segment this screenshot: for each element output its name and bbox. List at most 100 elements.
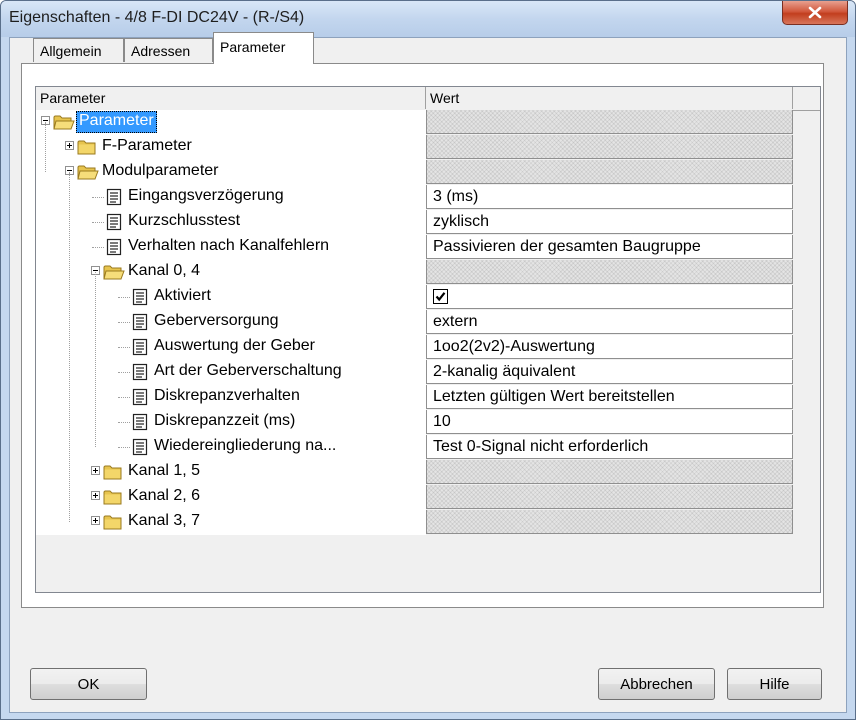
row-label: Wiedereingliederung na... bbox=[154, 437, 337, 454]
table-row[interactable]: Geberversorgung extern bbox=[36, 310, 793, 335]
close-button[interactable] bbox=[782, 1, 848, 25]
tree-cell[interactable]: Modulparameter bbox=[36, 160, 426, 185]
tree-guide bbox=[45, 122, 46, 172]
value-cell[interactable]: 10 bbox=[426, 410, 793, 434]
tree-connector bbox=[92, 247, 104, 248]
folder-icon bbox=[77, 163, 99, 186]
tree-connector bbox=[118, 297, 130, 298]
tab-label: Adressen bbox=[131, 43, 191, 59]
row-label: Kanal 2, 6 bbox=[128, 487, 201, 504]
table-row[interactable]: Modulparameter bbox=[36, 160, 793, 185]
tree-cell[interactable]: Kanal 1, 5 bbox=[36, 460, 426, 485]
column-header-parameter[interactable]: Parameter bbox=[36, 87, 426, 109]
value-cell[interactable]: 3 (ms) bbox=[426, 185, 793, 209]
row-label: Geberversorgung bbox=[154, 312, 279, 329]
title-bar: Eigenschaften - 4/8 F-DI DC24V - (R-/S4) bbox=[1, 1, 855, 37]
row-label: Kanal 1, 5 bbox=[128, 462, 201, 479]
value-cell[interactable] bbox=[426, 285, 793, 309]
document-icon bbox=[132, 438, 148, 461]
tree-guide bbox=[69, 172, 70, 522]
cancel-button[interactable]: Abbrechen bbox=[598, 668, 715, 700]
row-label: Diskrepanzverhalten bbox=[154, 387, 300, 404]
row-label: Aktiviert bbox=[154, 287, 211, 304]
tab-parameter[interactable]: Parameter bbox=[213, 32, 314, 64]
row-label: Art der Geberverschaltung bbox=[154, 362, 342, 379]
row-label: Verhalten nach Kanalfehlern bbox=[128, 237, 330, 254]
row-label: Kanal 0, 4 bbox=[128, 262, 201, 279]
expand-icon[interactable] bbox=[91, 516, 100, 525]
row-label: Kurzschlusstest bbox=[128, 212, 241, 229]
expand-icon[interactable] bbox=[91, 491, 100, 500]
row-label: Modulparameter bbox=[102, 162, 219, 179]
row-label: Auswertung der Geber bbox=[154, 337, 315, 354]
table-row[interactable]: Art der Geberverschaltung 2-kanalig äquiv… bbox=[36, 360, 793, 385]
table-row[interactable]: Parameter bbox=[36, 110, 793, 135]
document-icon bbox=[132, 413, 148, 436]
tree-connector bbox=[118, 322, 130, 323]
column-header-label: Wert bbox=[430, 90, 460, 106]
folder-icon bbox=[53, 113, 75, 136]
document-icon bbox=[132, 388, 148, 411]
tab-label: Allgemein bbox=[40, 43, 102, 59]
tab-label: Parameter bbox=[220, 39, 286, 55]
value-cell[interactable]: extern bbox=[426, 310, 793, 334]
ok-button[interactable]: OK bbox=[30, 668, 147, 700]
table-row[interactable]: F-Parameter bbox=[36, 135, 793, 160]
close-icon bbox=[808, 6, 822, 19]
table-row[interactable]: Aktiviert bbox=[36, 285, 793, 310]
tree-connector bbox=[92, 222, 104, 223]
value-cell bbox=[426, 460, 793, 484]
tree-cell[interactable]: Kanal 2, 6 bbox=[36, 485, 426, 510]
tree-cell[interactable]: Kurzschlusstest bbox=[36, 210, 426, 235]
tree-connector bbox=[118, 372, 130, 373]
table-row[interactable]: Kanal 3, 7 bbox=[36, 510, 793, 535]
column-header-wert[interactable]: Wert bbox=[426, 87, 793, 109]
table-row[interactable]: Kanal 0, 4 bbox=[36, 260, 793, 285]
folder-icon bbox=[77, 138, 99, 161]
value-cell[interactable]: 2-kanalig äquivalent bbox=[426, 360, 793, 384]
help-button[interactable]: Hilfe bbox=[727, 668, 822, 700]
tree-connector bbox=[118, 447, 130, 448]
table-row[interactable]: Diskrepanzverhalten Letzten gültigen Wert… bbox=[36, 385, 793, 410]
folder-icon bbox=[103, 463, 125, 486]
folder-icon bbox=[103, 488, 125, 511]
value-cell[interactable]: Letzten gültigen Wert bereitstellen bbox=[426, 385, 793, 409]
value-cell bbox=[426, 110, 793, 134]
expand-icon[interactable] bbox=[91, 466, 100, 475]
table-row[interactable]: Kanal 1, 5 bbox=[36, 460, 793, 485]
document-icon bbox=[132, 363, 148, 386]
value-cell[interactable]: Passivieren der gesamten Baugruppe bbox=[426, 235, 793, 259]
document-icon bbox=[106, 213, 122, 236]
tab-adressen[interactable]: Adressen bbox=[124, 38, 213, 62]
column-header-label: Parameter bbox=[40, 90, 106, 106]
tree-cell[interactable]: Verhalten nach Kanalfehlern bbox=[36, 235, 426, 260]
document-icon bbox=[132, 338, 148, 361]
tree-cell[interactable]: Eingangsverzögerung bbox=[36, 185, 426, 210]
tree-guide bbox=[95, 272, 96, 447]
table-row[interactable]: Wiedereingliederung na... Test 0-Signal n… bbox=[36, 435, 793, 460]
tree-cell[interactable]: Kanal 3, 7 bbox=[36, 510, 426, 535]
tree-connector bbox=[118, 422, 130, 423]
row-label: Parameter bbox=[76, 111, 157, 133]
table-row[interactable]: Kanal 2, 6 bbox=[36, 485, 793, 510]
document-icon bbox=[132, 288, 148, 311]
row-label: Diskrepanzzeit (ms) bbox=[154, 412, 296, 429]
tab-allgemein[interactable]: Allgemein bbox=[33, 38, 124, 62]
table-row[interactable]: Diskrepanzzeit (ms) 10 bbox=[36, 410, 793, 435]
checkbox-icon[interactable] bbox=[433, 289, 448, 304]
table-row[interactable]: Verhalten nach Kanalfehlern Passivieren d… bbox=[36, 235, 793, 260]
row-label: Eingangsverzögerung bbox=[128, 187, 284, 204]
grid-header: Parameter Wert bbox=[36, 87, 820, 111]
table-row[interactable]: Auswertung der Geber 1oo2(2v2)-Auswertung bbox=[36, 335, 793, 360]
document-icon bbox=[132, 313, 148, 336]
table-row[interactable]: Eingangsverzögerung 3 (ms) bbox=[36, 185, 793, 210]
value-cell bbox=[426, 510, 793, 534]
value-cell[interactable]: 1oo2(2v2)-Auswertung bbox=[426, 335, 793, 359]
value-cell[interactable]: Test 0-Signal nicht erforderlich bbox=[426, 435, 793, 459]
table-row[interactable]: Kurzschlusstest zyklisch bbox=[36, 210, 793, 235]
expand-icon[interactable] bbox=[65, 141, 74, 150]
folder-icon bbox=[103, 263, 125, 286]
tree-cell[interactable]: F-Parameter bbox=[36, 135, 426, 160]
value-cell[interactable]: zyklisch bbox=[426, 210, 793, 234]
tree-cell[interactable]: Parameter bbox=[36, 110, 426, 135]
